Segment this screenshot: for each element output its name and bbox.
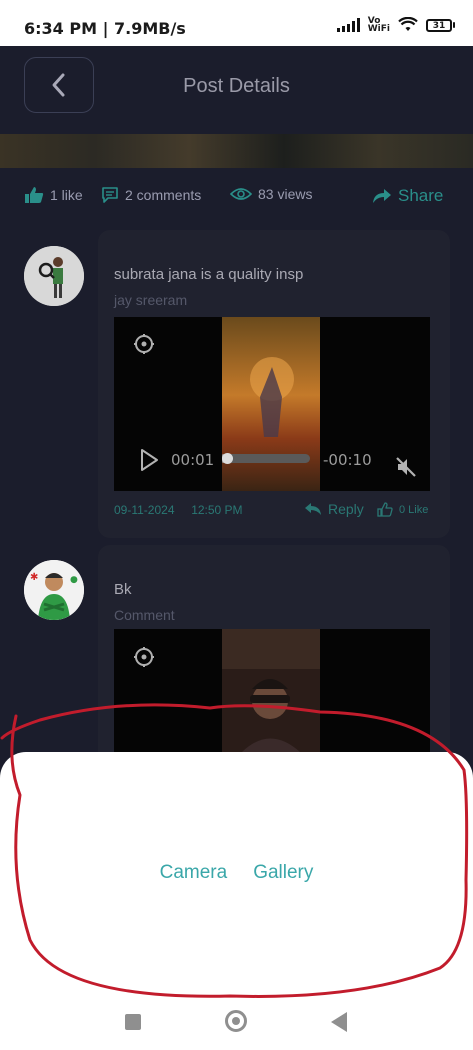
comment-author: Bk xyxy=(114,581,132,598)
comment-text: Comment xyxy=(114,607,175,623)
comment-date: 09-11-2024 xyxy=(114,503,175,517)
comment-like-button[interactable]: 0 Like xyxy=(377,502,428,517)
play-icon[interactable] xyxy=(139,448,159,472)
recents-button[interactable] xyxy=(125,1014,141,1030)
vowifi-indicator: Vo WiFi xyxy=(367,17,390,34)
thumbs-up-icon xyxy=(25,187,44,203)
reply-label: Reply xyxy=(328,501,364,517)
settings-icon[interactable] xyxy=(133,333,155,355)
video-seekbar-thumb[interactable] xyxy=(222,453,233,464)
system-nav-bar xyxy=(0,1000,473,1050)
video-thumbnail xyxy=(222,317,320,491)
comment-icon xyxy=(102,187,118,203)
svg-text:●: ● xyxy=(70,575,78,585)
reply-icon xyxy=(305,503,321,515)
wifi-label: WiFi xyxy=(367,24,390,34)
battery-icon: 31 xyxy=(426,18,455,32)
post-image[interactable] xyxy=(0,134,473,168)
like-count: 1 like xyxy=(50,187,83,203)
signal-icon xyxy=(336,18,360,32)
video-elapsed: 00:01 xyxy=(171,451,215,469)
system-back-button[interactable] xyxy=(331,1012,347,1032)
comment-like-count: 0 Like xyxy=(399,503,429,516)
svg-text:✱: ✱ xyxy=(30,572,38,583)
media-picker-sheet: Camera Gallery xyxy=(0,752,473,1007)
like-stat[interactable]: 1 like xyxy=(24,186,83,204)
video-remaining: -00:10 xyxy=(323,451,372,469)
share-button[interactable]: Share xyxy=(372,186,443,206)
comment-stat[interactable]: 2 comments xyxy=(101,186,201,204)
battery-level: 31 xyxy=(426,18,452,32)
view-count: 83 views xyxy=(258,186,313,202)
home-button[interactable] xyxy=(225,1010,247,1032)
avatar[interactable]: ✱ ● xyxy=(24,560,84,620)
status-icons: Vo WiFi 31 xyxy=(336,17,455,34)
post-stats: 1 like 2 comments 83 views Share xyxy=(0,186,473,214)
comment-count: 2 comments xyxy=(125,187,202,203)
status-time: 6:34 PM | 7.9MB/s xyxy=(24,19,186,38)
avatar-illustration: ✱ ● xyxy=(24,560,84,620)
settings-icon[interactable] xyxy=(133,646,155,668)
eye-icon xyxy=(230,188,252,200)
video-player[interactable]: 00:01 -00:10 xyxy=(114,317,430,491)
view-stat: 83 views xyxy=(230,186,312,202)
share-label: Share xyxy=(398,186,444,205)
camera-option[interactable]: Camera xyxy=(160,862,228,884)
app-bar: Post Details xyxy=(0,46,473,134)
avatar-illustration xyxy=(24,246,84,306)
comment-timestamp: 09-11-2024 12:50 PM xyxy=(114,503,243,517)
page-title: Post Details xyxy=(183,75,290,97)
gallery-option[interactable]: Gallery xyxy=(253,862,313,884)
video-seekbar[interactable] xyxy=(222,453,310,464)
comment-text: jay sreeram xyxy=(114,292,188,308)
thumbs-up-outline-icon xyxy=(377,502,393,517)
wifi-icon xyxy=(398,17,418,31)
avatar[interactable] xyxy=(24,246,84,306)
comment-author: subrata jana is a quality insp xyxy=(114,266,304,283)
media-picker-options: Camera Gallery xyxy=(0,862,473,884)
share-icon xyxy=(373,189,391,203)
comment-time: 12:50 PM xyxy=(191,503,243,517)
status-bar: 6:34 PM | 7.9MB/s Vo WiFi 31 xyxy=(0,0,473,46)
mute-icon[interactable] xyxy=(395,456,417,478)
reply-button[interactable]: Reply xyxy=(304,501,364,517)
video-thumbnail xyxy=(222,629,320,752)
video-player[interactable] xyxy=(114,629,430,752)
